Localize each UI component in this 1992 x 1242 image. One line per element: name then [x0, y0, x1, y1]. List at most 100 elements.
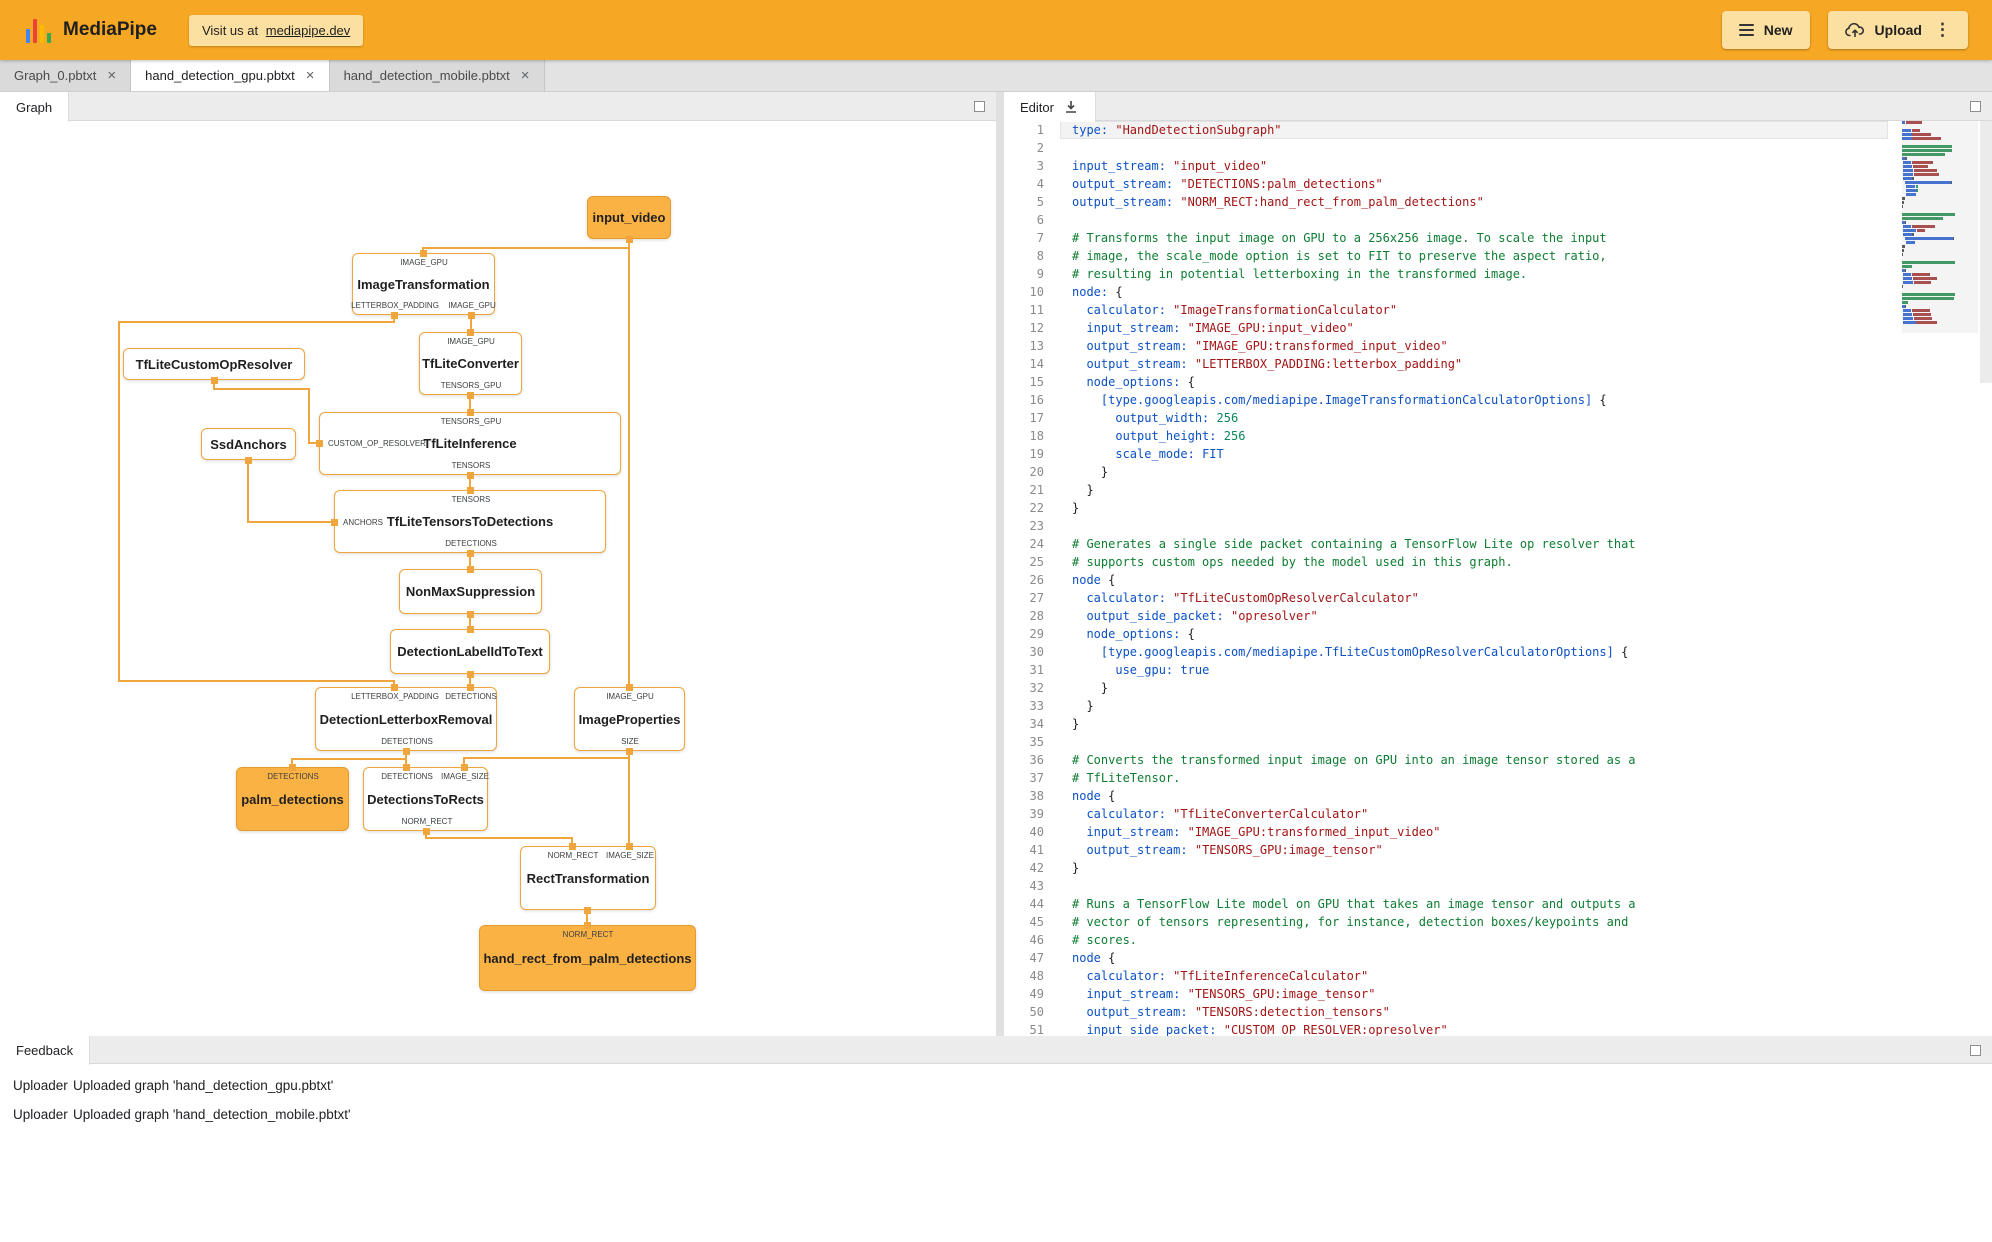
code-line: # TfLiteTensor. [1072, 771, 1181, 785]
code-lines[interactable]: type: "HandDetectionSubgraph" input_strea… [1060, 121, 1888, 1036]
line-number: 11 [1029, 303, 1044, 317]
graph-node-label: SsdAnchors [210, 436, 287, 452]
minimap[interactable] [1902, 121, 1978, 1036]
line-number: 50 [1029, 1005, 1044, 1019]
code-line: input_stream: "IMAGE_GPU:input_video" [1086, 321, 1354, 335]
port-label: TENSORS_GPU [440, 381, 502, 390]
file-tab[interactable]: Graph_0.pbtxt × [0, 60, 132, 91]
download-graph-icon[interactable] [1063, 99, 1079, 115]
line-number: 6 [1036, 213, 1044, 227]
tab-editor[interactable]: Editor [1004, 92, 1096, 122]
port-label: LETTERBOX_PADDING [351, 692, 439, 701]
tab-graph[interactable]: Graph [0, 92, 70, 122]
editor-scrollbar[interactable] [1980, 121, 1992, 383]
graph-node-ImageTransformation[interactable]: ImageTransformation IMAGE_GPU LETTERBOX_PA… [351, 253, 496, 315]
port-label: IMAGE_GPU [606, 692, 654, 701]
code-line: output_stream: "IMAGE_GPU:transformed_in… [1086, 339, 1448, 353]
code-editor[interactable]: 1 2 3 4 5 6 7 8 9 10 11 12 13 14 15 16 17 18 19 20 21 22 23 24 2… [1004, 121, 1992, 1036]
port-connector [467, 311, 475, 319]
code-line: calculator: "TfLiteConverterCalculator" [1086, 807, 1369, 821]
port-connector [568, 842, 576, 850]
code-line: use_gpu: true [1115, 663, 1210, 677]
port-label: TENSORS [451, 461, 491, 470]
graph-edge [422, 239, 630, 253]
graph-node-palm_detections[interactable]: palm_detections DETECTIONS [236, 767, 349, 831]
graph-node-label: hand_rect_from_palm_detections [483, 950, 692, 966]
code-line: } [1072, 465, 1109, 479]
graph-node-DetectionLabelIdToText[interactable]: DetectionLabelIdToText [390, 629, 550, 674]
line-number: 23 [1029, 519, 1044, 533]
line-number: 8 [1036, 249, 1044, 263]
tab-feedback[interactable]: Feedback [0, 1036, 91, 1065]
graph-node-SsdAnchors[interactable]: SsdAnchors [201, 428, 296, 460]
port-connector [466, 625, 474, 633]
port-connector [466, 486, 474, 494]
line-number: 41 [1029, 843, 1044, 857]
visit-link[interactable]: mediapipe.dev [266, 23, 351, 38]
graph-node-hand_rect_from_palm_detections[interactable]: hand_rect_from_palm_detections NORM_RECT [479, 925, 696, 991]
line-number: 47 [1029, 951, 1044, 965]
top-bar: MediaPipe Visit us at mediapipe.dev New … [0, 0, 1992, 60]
feedback-entry: Uploader Uploaded graph 'hand_detection_g… [0, 1071, 1992, 1100]
port-label: NORM_RECT [547, 851, 599, 860]
code-line: node { [1072, 789, 1116, 803]
graph-node-TfLiteTensorsToDetections[interactable]: TfLiteTensorsToDetections TENSORS ANCHORS D… [334, 490, 606, 553]
graph-node-NonMaxSuppression[interactable]: NonMaxSuppression [399, 569, 542, 614]
popout-graph-icon[interactable] [974, 101, 985, 112]
mediapipe-logo [26, 17, 51, 43]
graph-node-input_video[interactable]: input_video [587, 196, 671, 239]
port-connector [402, 763, 410, 771]
popout-feedback-icon[interactable] [1970, 1045, 1981, 1056]
editor-tab-label: Editor [1020, 99, 1054, 115]
line-number: 38 [1029, 789, 1044, 803]
graph-node-DetectionsToRects[interactable]: DetectionsToRects DETECTIONS IMAGE_SIZE NOR… [363, 767, 489, 831]
port-label: DETECTIONS [381, 772, 433, 781]
graph-node-DetectionLetterboxRemoval[interactable]: DetectionLetterboxRemoval LETTERBOX_PADDI… [315, 687, 497, 751]
code-line: node { [1072, 573, 1116, 587]
feedback-message: Uploaded graph 'hand_detection_gpu.pbtxt… [73, 1078, 334, 1093]
code-line: } [1072, 717, 1080, 731]
graph-node-TfLiteInference[interactable]: TfLiteInference TENSORS_GPU CUSTOM_OP_RESO… [319, 412, 621, 475]
graph-node-TfLiteConverter[interactable]: TfLiteConverter IMAGE_GPU TENSORS_GPU [419, 332, 522, 395]
line-number: 26 [1029, 573, 1044, 587]
line-number: 28 [1029, 609, 1044, 623]
popout-editor-icon[interactable] [1970, 101, 1981, 112]
port-connector [330, 518, 338, 526]
port-connector [466, 549, 474, 557]
close-tab-icon[interactable]: × [306, 68, 315, 83]
port-label: TENSORS_GPU [440, 417, 502, 426]
line-number: 5 [1036, 195, 1044, 209]
upload-menu-icon[interactable]: ⋮ [1934, 20, 1951, 40]
code-line: output_side_packet: "opresolver" [1086, 609, 1318, 623]
graph-node-label: TfLiteCustomOpResolver [135, 356, 293, 372]
code-line: # resulting in potential letterboxing in… [1072, 267, 1528, 281]
close-tab-icon[interactable]: × [521, 68, 530, 83]
port-connector [419, 249, 427, 257]
file-tab[interactable]: hand_detection_gpu.pbtxt × [131, 60, 330, 91]
upload-button[interactable]: Upload ⋮ [1827, 11, 1968, 49]
graph-node-label: RectTransformation [526, 870, 650, 886]
code-line: # supports custom ops needed by the mode… [1072, 555, 1513, 569]
feedback-message: Uploaded graph 'hand_detection_mobile.pb… [73, 1107, 351, 1122]
code-line: } [1072, 483, 1094, 497]
port-label: SIZE [621, 737, 639, 746]
line-number: 40 [1029, 825, 1044, 839]
panel-divider[interactable] [996, 92, 1004, 1036]
graph-node-TfLiteCustomOpResolver[interactable]: TfLiteCustomOpResolver [123, 348, 305, 380]
close-tab-icon[interactable]: × [107, 68, 116, 83]
port-connector [466, 408, 474, 416]
file-tab[interactable]: hand_detection_mobile.pbtxt × [329, 60, 545, 91]
code-line: # Runs a TensorFlow Lite model on GPU th… [1072, 897, 1636, 911]
graph-node-RectTransformation[interactable]: RectTransformation NORM_RECT IMAGE_SIZE [520, 846, 656, 910]
line-number: 24 [1029, 537, 1044, 551]
graph-canvas[interactable]: input_video ImageTransformation IMAGE_GPU L… [0, 121, 996, 1036]
port-connector [402, 747, 410, 755]
code-line: output_stream: "LETTERBOX_PADDING:letter… [1086, 357, 1463, 371]
editor-panel-strip: Editor [1004, 92, 1992, 122]
line-number: 4 [1036, 177, 1044, 191]
graph-node-ImageProperties[interactable]: ImageProperties IMAGE_GPU SIZE [574, 687, 685, 751]
port-label: LETTERBOX_PADDING [351, 301, 439, 310]
new-button[interactable]: New [1721, 11, 1810, 49]
upload-button-label: Upload [1874, 22, 1922, 38]
